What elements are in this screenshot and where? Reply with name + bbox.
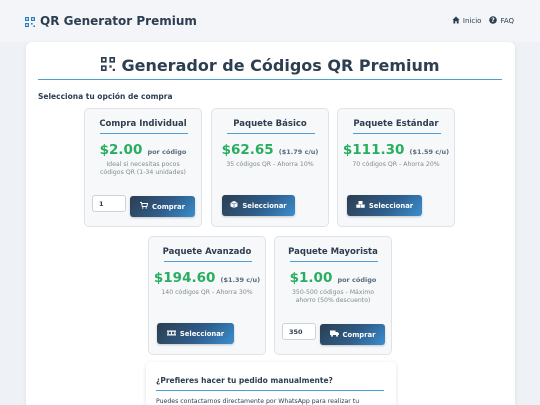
- manual-order-divider: [156, 390, 384, 391]
- button-label: Seleccionar: [179, 329, 225, 338]
- manual-order-text: Puedes contactarnos directamente por Wha…: [156, 398, 360, 405]
- package-price: $62.65: [221, 142, 274, 158]
- package-price-row: $111.30 ($1.59 c/u): [338, 139, 454, 158]
- package-price: $2.00: [99, 142, 143, 158]
- package-card-mayorista: Paquete Mayorista $1.00 por código 350-5…: [274, 236, 392, 355]
- nav-link-label: Inicio: [462, 17, 482, 25]
- package-card-avanzado: Paquete Avanzado $194.60 ($1.39 c/u) 140…: [148, 236, 266, 355]
- package-unit: por código: [337, 276, 377, 284]
- manual-order-panel: ¿Prefieres hacer tu pedido manualmente? …: [146, 362, 396, 405]
- package-card-individual: Compra Individual $2.00 por código Ideal…: [84, 108, 202, 227]
- nav-link-faq[interactable]: ? FAQ: [489, 16, 514, 26]
- home-icon: [452, 16, 460, 26]
- qr-code-icon: [101, 56, 116, 75]
- pallet-icon: [166, 330, 176, 338]
- button-label: Seleccionar: [242, 201, 287, 210]
- question-circle-icon: ?: [489, 16, 498, 26]
- package-name: Paquete Avanzado: [162, 247, 252, 257]
- package-price: $1.00: [289, 270, 333, 286]
- nav-links: Inicio ? FAQ: [452, 16, 514, 26]
- page-title-row: Generador de Códigos QR Premium: [26, 53, 515, 77]
- button-label: Comprar: [342, 330, 376, 339]
- section-label: Selecciona tu opción de compra: [38, 92, 173, 101]
- top-navbar: QR Generator Premium Inicio ? FAQ: [0, 0, 540, 42]
- package-divider: [100, 133, 188, 134]
- package-price-row: $1.00 por código: [275, 267, 391, 286]
- package-card-estandar: Paquete Estándar $111.30 ($1.59 c/u) 70 …: [337, 108, 455, 227]
- package-divider: [290, 261, 378, 262]
- page-title: Generador de Códigos QR Premium: [121, 55, 440, 75]
- package-price-row: $2.00 por código: [85, 139, 201, 158]
- package-price-row: $62.65 ($1.79 c/u): [212, 139, 328, 158]
- svg-text:?: ?: [492, 17, 496, 24]
- nav-link-inicio[interactable]: Inicio: [452, 16, 482, 26]
- package-price-row: $194.60 ($1.39 c/u): [149, 267, 265, 286]
- box-icon: [230, 201, 238, 210]
- package-description: 35 códigos QR - Ahorra 10%: [226, 161, 314, 168]
- comprar-button[interactable]: Comprar: [130, 196, 195, 217]
- button-label: Comprar: [152, 202, 185, 211]
- comprar-button[interactable]: Comprar: [320, 324, 385, 345]
- package-unit: por código: [147, 148, 187, 156]
- main-card: Generador de Códigos QR Premium Seleccio…: [26, 42, 515, 405]
- boxes-icon: [356, 201, 365, 210]
- nav-link-label: FAQ: [500, 17, 514, 25]
- package-description: 70 códigos QR - Ahorra 20%: [352, 161, 440, 168]
- package-name: Paquete Estándar: [353, 119, 439, 129]
- seleccionar-button[interactable]: Seleccionar: [347, 195, 422, 216]
- package-description: Ideal si necesitas pocos códigos QR (1-3…: [100, 161, 186, 176]
- package-description: 140 códigos QR - Ahorra 30%: [161, 289, 253, 296]
- package-divider: [353, 133, 441, 134]
- package-unit: ($1.39 c/u): [220, 276, 261, 284]
- package-description: 350-500 códigos - Máximo ahorro (50% des…: [291, 289, 375, 304]
- quantity-input[interactable]: 350: [282, 323, 316, 340]
- package-name: Paquete Básico: [233, 119, 307, 129]
- seleccionar-button[interactable]: Seleccionar: [157, 323, 234, 344]
- package-price: $111.30: [342, 142, 405, 158]
- package-card-basico: Paquete Básico $62.65 ($1.79 c/u) 35 cód…: [211, 108, 329, 227]
- brand-title: QR Generator Premium: [40, 14, 197, 28]
- title-divider: [38, 79, 502, 80]
- truck-icon: [329, 330, 339, 339]
- package-divider: [227, 133, 315, 134]
- seleccionar-button[interactable]: Seleccionar: [222, 195, 295, 216]
- qr-code-icon: [25, 12, 35, 31]
- package-price: $194.60: [153, 270, 216, 286]
- button-label: Seleccionar: [368, 201, 414, 210]
- quantity-input[interactable]: 1: [92, 195, 126, 212]
- manual-order-title: ¿Prefieres hacer tu pedido manualmente?: [156, 376, 333, 385]
- cart-icon: [140, 202, 149, 211]
- package-name: Compra Individual: [99, 119, 187, 129]
- package-unit: ($1.59 c/u): [409, 148, 450, 156]
- brand[interactable]: QR Generator Premium: [25, 12, 197, 31]
- package-unit: ($1.79 c/u): [278, 148, 319, 156]
- package-name: Paquete Mayorista: [288, 247, 378, 257]
- package-divider: [164, 261, 252, 262]
